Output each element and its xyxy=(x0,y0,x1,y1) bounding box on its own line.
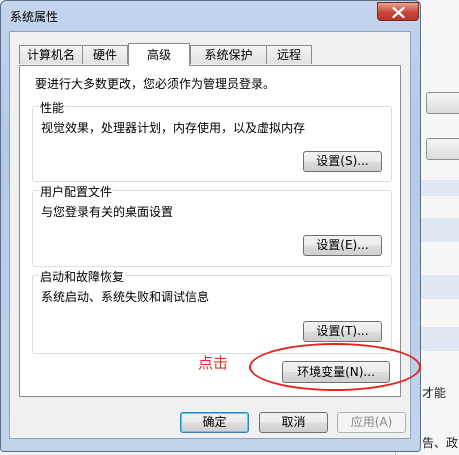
user-profiles-settings-button[interactable]: 设置(E)... xyxy=(303,235,382,256)
background-button[interactable] xyxy=(426,92,459,114)
performance-description: 视觉效果，处理器计划，内存使用，以及虚拟内存 xyxy=(41,121,306,135)
user-profiles-description: 与您登录有关的桌面设置 xyxy=(41,205,174,219)
tab-remote[interactable]: 远程 xyxy=(266,45,312,64)
tab-hardware[interactable]: 硬件 xyxy=(82,45,128,64)
background-text: 告、政 xyxy=(422,436,459,450)
user-profiles-title: 用户配置文件 xyxy=(39,183,114,200)
window-title: 系统属性 xyxy=(10,10,59,24)
close-icon xyxy=(392,7,405,18)
startup-recovery-title: 启动和故障恢复 xyxy=(39,268,126,285)
performance-settings-button[interactable]: 设置(S)... xyxy=(303,151,382,172)
background-text: 才能 xyxy=(422,386,447,400)
cancel-button[interactable]: 取消 xyxy=(259,412,328,433)
startup-recovery-description: 系统启动、系统失败和调试信息 xyxy=(41,290,210,304)
startup-recovery-settings-button[interactable]: 设置(T)... xyxy=(303,321,382,342)
apply-button[interactable]: 应用(A) xyxy=(337,412,406,433)
click-annotation-label: 点击 xyxy=(198,354,229,372)
desktop: 才能 告、政 系统属性 计算机名 硬件 高级 系统保护 远程 要进行大多数更改，… xyxy=(0,0,459,455)
tab-advanced[interactable]: 高级 xyxy=(128,43,190,66)
title-bar[interactable]: 系统属性 xyxy=(1,1,420,31)
tab-system-protection[interactable]: 系统保护 xyxy=(190,45,267,64)
user-profiles-group: 用户配置文件 与您登录有关的桌面设置 设置(E)... xyxy=(32,183,392,267)
close-button[interactable] xyxy=(377,2,419,21)
admin-note: 要进行大多数更改，您必须作为管理员登录。 xyxy=(35,77,276,91)
performance-title: 性能 xyxy=(39,99,66,116)
performance-group: 性能 视觉效果，处理器计划，内存使用，以及虚拟内存 设置(S)... xyxy=(32,99,392,182)
ok-button[interactable]: 确定 xyxy=(180,412,249,433)
click-annotation-ellipse xyxy=(249,343,421,391)
background-button[interactable] xyxy=(426,138,459,160)
tab-computer-name[interactable]: 计算机名 xyxy=(19,45,83,64)
